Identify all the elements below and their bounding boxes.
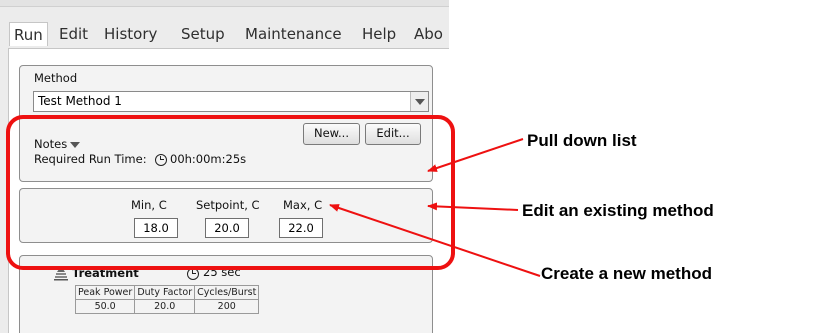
annotation-pull-down: Pull down list [527, 131, 637, 150]
arrow-create-new [329, 204, 541, 277]
annotation-create-new: Create a new method [541, 264, 712, 283]
annotation-edit-existing: Edit an existing method [522, 201, 714, 220]
arrow-pull-down [427, 138, 524, 172]
highlight-box [6, 115, 455, 270]
arrow-edit-existing [427, 202, 519, 211]
